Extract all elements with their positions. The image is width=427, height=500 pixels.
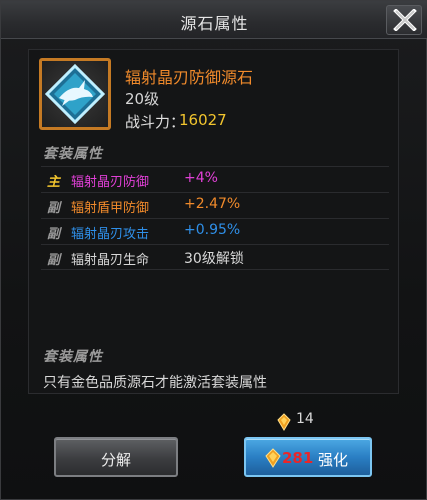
attribute-value: 30级解锁 bbox=[184, 251, 244, 267]
set-attributes-title: 套装属性 bbox=[43, 146, 103, 162]
dialog-header: 源石属性 bbox=[1, 1, 427, 39]
attribute-name: 辐射晶刃防御 bbox=[71, 175, 150, 190]
item-icon-frame bbox=[39, 58, 111, 130]
gold-crystal-icon bbox=[265, 448, 281, 468]
gold-crystal-icon bbox=[277, 413, 291, 431]
decompose-label: 分解 bbox=[100, 451, 131, 469]
attribute-value: +4% bbox=[184, 170, 218, 186]
close-icon bbox=[393, 9, 417, 31]
attribute-value: +0.95% bbox=[184, 222, 241, 238]
attribute-value: +2.47% bbox=[184, 196, 241, 212]
shark-crystal-icon bbox=[45, 64, 105, 124]
power-label: 战斗力： bbox=[125, 113, 186, 131]
power-value: 16027 bbox=[179, 111, 227, 129]
set-bonus-title: 套装属性 bbox=[43, 349, 103, 365]
attribute-name: 辐射晶刃攻击 bbox=[71, 227, 150, 242]
sub-tag: 副 bbox=[47, 253, 61, 268]
item-level: 20级 bbox=[125, 90, 160, 108]
attribute-name: 辐射晶刃生命 bbox=[71, 253, 150, 268]
dialog-window: 源石属性 辐射晶刃防御源石 20级 战斗力： 16027 套装属性 主 辐射晶刃… bbox=[0, 0, 427, 500]
enhance-label: 强化 bbox=[318, 451, 349, 469]
attribute-name: 辐射盾甲防御 bbox=[71, 201, 150, 216]
decompose-button[interactable]: 分解 bbox=[54, 437, 178, 477]
sub-tag: 副 bbox=[47, 227, 61, 242]
attribute-row: 副 辐射盾甲防御 +2.47% bbox=[41, 192, 389, 218]
close-button[interactable] bbox=[386, 5, 422, 35]
attribute-row: 副 辐射晶刃生命 30级解锁 bbox=[41, 244, 389, 270]
dialog-title: 源石属性 bbox=[180, 14, 249, 33]
attribute-row: 主 辐射晶刃防御 +4% bbox=[41, 166, 389, 192]
item-detail-panel: 辐射晶刃防御源石 20级 战斗力： 16027 套装属性 主 辐射晶刃防御 +4… bbox=[28, 49, 399, 394]
attribute-row: 副 辐射晶刃攻击 +0.95% bbox=[41, 218, 389, 244]
item-name: 辐射晶刃防御源石 bbox=[125, 68, 254, 87]
sub-tag: 副 bbox=[47, 201, 61, 216]
enhance-button[interactable]: 281 强化 bbox=[244, 437, 372, 477]
set-bonus-description: 只有金色品质源石才能激活套装属性 bbox=[43, 375, 267, 391]
enhance-cost: 281 bbox=[282, 449, 314, 467]
main-tag: 主 bbox=[47, 175, 61, 190]
owned-resource-count: 14 bbox=[296, 411, 314, 427]
